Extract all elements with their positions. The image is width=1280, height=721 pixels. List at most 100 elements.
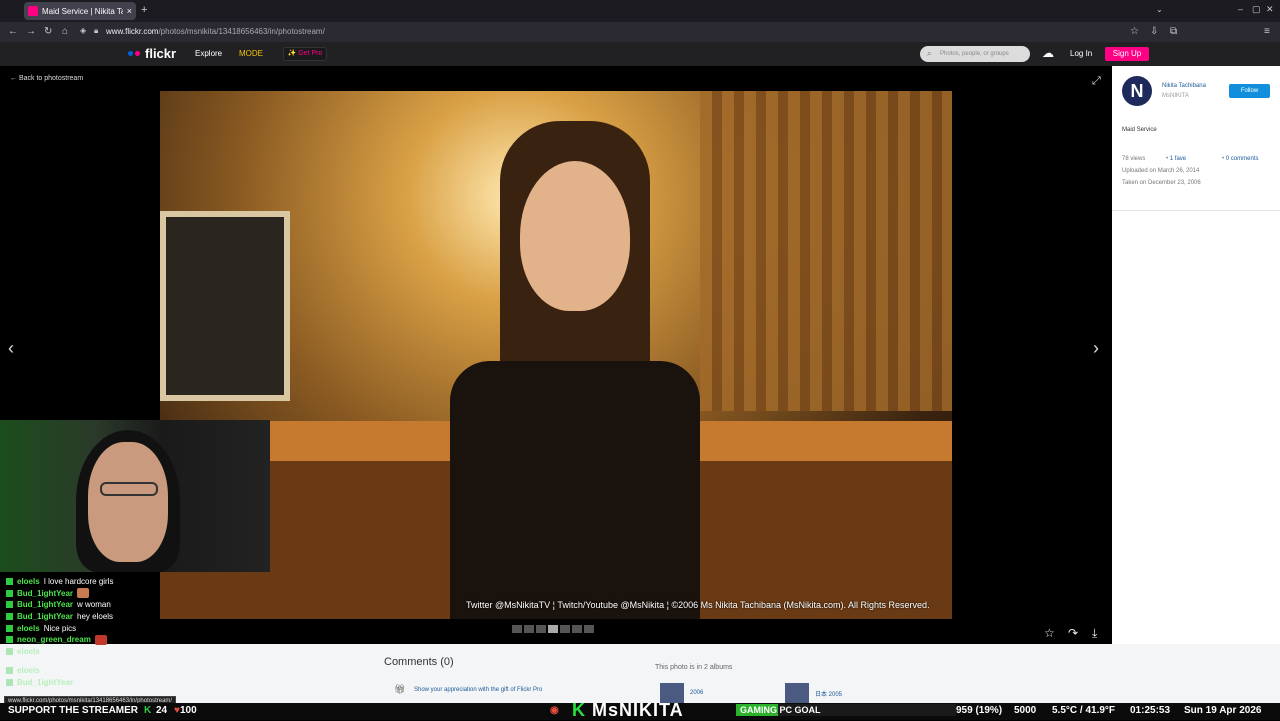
- faves-link[interactable]: 1 fave: [1170, 156, 1186, 162]
- menu-icon[interactable]: ≡: [1264, 26, 1270, 37]
- photo-title: Maid Service: [1122, 127, 1157, 133]
- chat-user: eloels: [17, 646, 40, 656]
- webcam-glasses: [100, 482, 158, 496]
- photo-curtain: [700, 91, 952, 411]
- chat-user: eloels: [17, 623, 40, 633]
- kick-icon: [6, 613, 13, 621]
- faves-count[interactable]: • 1 fave: [1166, 156, 1186, 162]
- next-photo-arrow-icon[interactable]: ›: [1093, 338, 1099, 359]
- clock-time: 01:25:53: [1130, 705, 1171, 716]
- main-photo: [160, 91, 952, 619]
- album-item[interactable]: 日本 2005: [785, 683, 842, 703]
- chat-message: neon_green_dream: [6, 634, 266, 646]
- goal-target: 5000: [1014, 705, 1037, 716]
- kick-icon: [6, 679, 13, 687]
- arrow-left-icon: ←: [10, 75, 19, 82]
- fullscreen-icon[interactable]: ⤢: [1092, 75, 1101, 88]
- kick-icon: [6, 624, 13, 632]
- comments-link[interactable]: 0 comments: [1226, 156, 1259, 162]
- thumbnail-current[interactable]: [548, 625, 558, 633]
- fave-star-icon[interactable]: ☆: [1044, 626, 1055, 640]
- explore-link[interactable]: Explore: [195, 49, 222, 58]
- extensions-icon[interactable]: ⧉: [1170, 26, 1177, 37]
- chat-message: Bud_1ightYear: [6, 677, 266, 689]
- goal-label: GAMING PC GOAL: [740, 705, 821, 715]
- webcam-overlay: [0, 420, 270, 572]
- photo-face: [520, 161, 630, 311]
- home-icon[interactable]: ⌂: [62, 26, 68, 37]
- browser-tab[interactable]: Maid Service | Nikita Tachiba ×: [24, 2, 136, 20]
- thumbnail[interactable]: [524, 625, 534, 633]
- shield-icon[interactable]: ◈: [80, 26, 86, 35]
- follow-button[interactable]: Follow: [1229, 84, 1270, 98]
- new-tab-button[interactable]: +: [141, 4, 147, 16]
- back-to-photostream-link[interactable]: ← Back to photostream: [10, 75, 83, 82]
- back-icon[interactable]: ←: [8, 26, 18, 37]
- reload-icon[interactable]: ↻: [44, 26, 52, 37]
- downloads-icon[interactable]: ⇩: [1150, 26, 1158, 37]
- thumbnail[interactable]: [572, 625, 582, 633]
- emote-icon: [77, 588, 90, 599]
- lock-icon[interactable]: 🔒︎: [94, 26, 98, 36]
- author-name[interactable]: Nikita Tachibana: [1162, 83, 1206, 89]
- kick-icon: [6, 667, 13, 675]
- chat-user: eloels: [17, 577, 40, 587]
- chat-user: neon_green_dream: [17, 635, 91, 645]
- url-field[interactable]: www.flickr.com/photos/msnikita/134186564…: [106, 27, 325, 36]
- photo-monitor: [160, 211, 290, 401]
- kick-icon: [6, 578, 13, 586]
- clock-date: Sun 19 Apr 2026: [1184, 705, 1262, 716]
- chat-message: Bud_1ightYear: [6, 588, 266, 600]
- album-thumbnail: [785, 683, 809, 703]
- mode-link[interactable]: MODE: [239, 49, 263, 58]
- minimize-icon[interactable]: –: [1238, 4, 1243, 14]
- forward-icon[interactable]: →: [26, 26, 36, 37]
- back-label: Back to photostream: [18, 75, 84, 82]
- prev-photo-arrow-icon[interactable]: ‹: [8, 338, 14, 359]
- webcam-face: [88, 442, 168, 562]
- get-pro-button[interactable]: ✨ Get Pro: [283, 47, 327, 61]
- bookmark-star-icon[interactable]: ☆: [1130, 26, 1139, 37]
- taken-date: Taken on December 23, 2006: [1122, 180, 1201, 186]
- chat-text: w woman: [77, 600, 111, 610]
- thumbnail[interactable]: [560, 625, 570, 633]
- stream-count-1: 24: [156, 705, 168, 716]
- comments-heading: Comments (0): [384, 656, 454, 668]
- kick-icon: [6, 647, 13, 655]
- login-link[interactable]: Log In: [1070, 49, 1092, 58]
- brand-name: MsNIKITA: [592, 700, 684, 720]
- goal-value: 959 (19%): [956, 705, 1003, 716]
- search-icon: ⌕: [927, 49, 932, 58]
- thumbnail[interactable]: [512, 625, 522, 633]
- stream-chat: eloels I love hardcore girls Bud_1ightYea…: [6, 576, 266, 688]
- search-input[interactable]: ⌕ Photos, people, or groups: [920, 46, 1030, 62]
- comments-count[interactable]: • 0 comments: [1222, 156, 1258, 162]
- photo-copyright: Twitter @MsNikitaTV ¦ Twitch/Youtube @Ms…: [466, 600, 930, 610]
- tab-close-icon[interactable]: ×: [127, 6, 132, 16]
- kick-icon: [6, 589, 13, 597]
- streamer-brand: K MsNIKITA: [572, 700, 684, 721]
- chat-user: Bud_1ightYear: [17, 612, 74, 622]
- support-streamer-label: SUPPORT THE STREAMER: [8, 705, 139, 716]
- tab-list-icon[interactable]: ⌄: [1156, 5, 1163, 14]
- signup-button[interactable]: Sign Up: [1105, 47, 1149, 61]
- chat-message: eloels I love hardcore girls: [6, 576, 266, 588]
- share-icon[interactable]: ↷: [1068, 626, 1078, 640]
- maximize-icon[interactable]: ▢: [1252, 4, 1261, 15]
- chat-user: eloels: [17, 666, 40, 676]
- thumbnail[interactable]: [584, 625, 594, 633]
- uploaded-date: Uploaded on March 26, 2014: [1122, 168, 1200, 174]
- chat-spacer: [6, 657, 266, 665]
- url-domain: www.flickr.com: [106, 27, 159, 36]
- stream-count-2: 100: [180, 705, 197, 716]
- chat-text: hey eloels: [77, 612, 114, 622]
- flickr-logo[interactable]: flickr: [128, 46, 176, 61]
- upload-cloud-icon[interactable]: ☁: [1042, 46, 1054, 60]
- chat-message: eloels Nice pics: [6, 622, 266, 634]
- download-icon[interactable]: ⤓: [1092, 626, 1097, 641]
- window-close-icon[interactable]: ✕: [1266, 4, 1274, 15]
- chat-message: eloels: [6, 665, 266, 677]
- avatar[interactable]: N: [1122, 76, 1152, 106]
- thumbnail[interactable]: [536, 625, 546, 633]
- gift-pro-link[interactable]: Show your appreciation with the gift of …: [414, 687, 542, 693]
